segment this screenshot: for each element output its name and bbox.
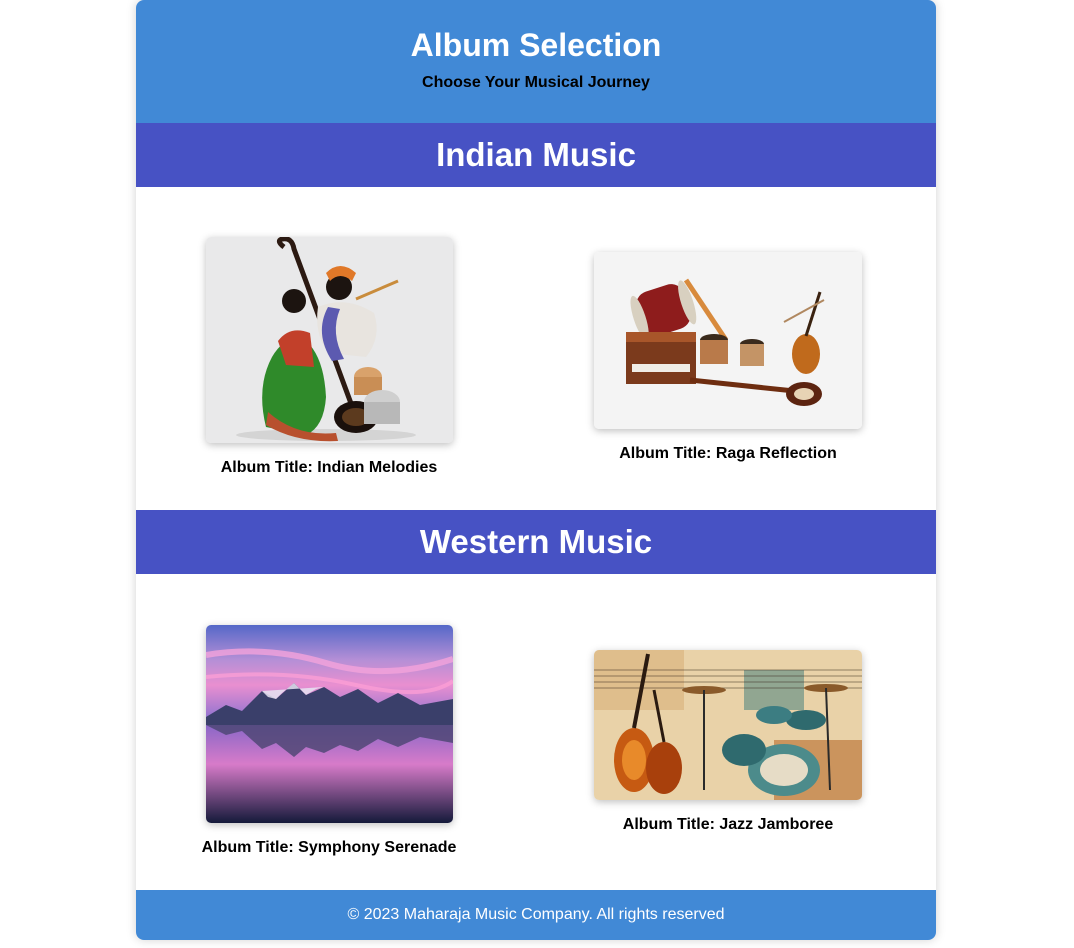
- page-title: Album Selection: [410, 27, 662, 63]
- album-title-indian-melodies: Album Title: Indian Melodies: [220, 459, 438, 476]
- album-card-indian-melodies[interactable]: Album Title: Indian Melodies: [200, 237, 458, 477]
- album-title-symphony-serenade: Album Title: Symphony Serenade: [201, 839, 457, 856]
- page-subtitle: Choose Your Musical Journey: [422, 74, 650, 91]
- album-title-raga-reflection: Album Title: Raga Reflection: [619, 445, 837, 462]
- album-grid-indian: Album Title: Indian Melodies Album Title…: [136, 187, 936, 510]
- section-title-indian-music: Indian Music: [136, 123, 936, 187]
- album-cover-raga-reflection[interactable]: [594, 252, 862, 429]
- album-title-jazz-jamboree: Album Title: Jazz Jamboree: [622, 816, 834, 833]
- page-container: Album Selection Choose Your Musical Jour…: [136, 0, 936, 940]
- album-cover-symphony-serenade[interactable]: [205, 625, 453, 823]
- album-cover-jazz-jamboree[interactable]: [594, 650, 862, 800]
- album-card-jazz-jamboree[interactable]: Album Title: Jazz Jamboree: [588, 650, 868, 834]
- page-header: Album Selection Choose Your Musical Jour…: [136, 0, 936, 123]
- album-card-raga-reflection[interactable]: Album Title: Raga Reflection: [588, 252, 868, 463]
- album-cover-indian-melodies[interactable]: [205, 237, 453, 443]
- album-grid-western: Album Title: Symphony Serenade Album Tit…: [136, 574, 936, 890]
- page-footer: © 2023 Maharaja Music Company. All right…: [136, 890, 936, 940]
- section-title-western-music: Western Music: [136, 510, 936, 574]
- album-card-symphony-serenade[interactable]: Album Title: Symphony Serenade: [200, 625, 458, 857]
